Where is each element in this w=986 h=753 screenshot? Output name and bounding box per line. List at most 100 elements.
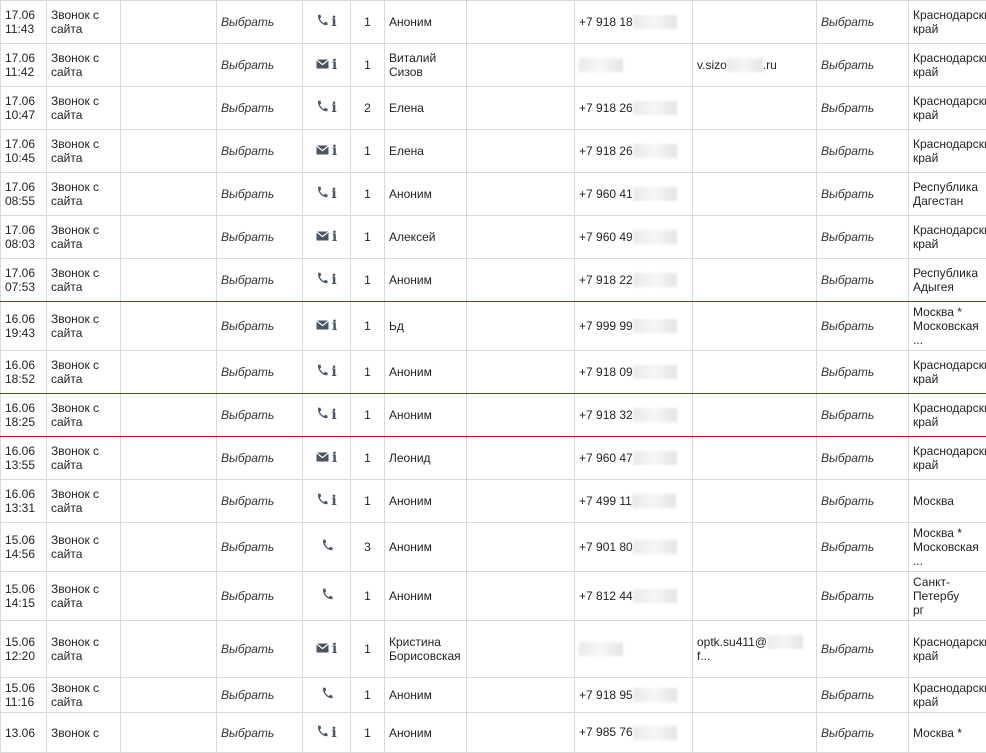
info-icon[interactable]: i: [332, 451, 337, 465]
select-cell[interactable]: Выбрать: [217, 259, 303, 302]
select-link[interactable]: Выбрать: [221, 540, 274, 554]
info-icon[interactable]: i: [332, 144, 337, 158]
select-cell[interactable]: Выбрать: [217, 87, 303, 130]
region-cell: Краснодарский край: [909, 1, 986, 44]
select-cell[interactable]: Выбрать: [217, 394, 303, 437]
info-icon[interactable]: i: [331, 726, 336, 740]
select-link[interactable]: Выбрать: [821, 540, 874, 554]
info-icon[interactable]: i: [332, 319, 337, 333]
select-cell[interactable]: Выбрать: [217, 713, 303, 753]
select-link[interactable]: Выбрать: [221, 589, 274, 603]
select-link[interactable]: Выбрать: [221, 365, 274, 379]
select-cell[interactable]: Выбрать: [817, 44, 909, 87]
select-link[interactable]: Выбрать: [821, 365, 874, 379]
select-link[interactable]: Выбрать: [821, 726, 874, 740]
select-cell[interactable]: Выбрать: [817, 173, 909, 216]
select-cell[interactable]: Выбрать: [817, 678, 909, 713]
select-cell[interactable]: Выбрать: [817, 259, 909, 302]
empty-cell: [121, 572, 217, 621]
select-cell[interactable]: Выбрать: [217, 351, 303, 394]
select-link[interactable]: Выбрать: [821, 642, 874, 656]
info-icon[interactable]: i: [332, 642, 337, 656]
region-cell: Краснодарский край: [909, 437, 986, 480]
select-link[interactable]: Выбрать: [821, 15, 874, 29]
name-cell: Аноним: [385, 351, 467, 394]
info-icon[interactable]: i: [331, 494, 336, 508]
select-cell[interactable]: Выбрать: [217, 437, 303, 480]
select-link[interactable]: Выбрать: [221, 726, 274, 740]
select-cell[interactable]: Выбрать: [217, 572, 303, 621]
select-link[interactable]: Выбрать: [221, 15, 274, 29]
select-link[interactable]: Выбрать: [221, 408, 274, 422]
select-cell[interactable]: Выбрать: [217, 678, 303, 713]
select-cell[interactable]: Выбрать: [217, 44, 303, 87]
select-cell[interactable]: Выбрать: [217, 621, 303, 678]
date-time-cell: 16.06 13:31: [1, 480, 47, 523]
info-icon[interactable]: i: [331, 408, 336, 422]
select-cell[interactable]: Выбрать: [217, 302, 303, 351]
select-link[interactable]: Выбрать: [821, 688, 874, 702]
info-icon[interactable]: i: [331, 187, 336, 201]
select-cell[interactable]: Выбрать: [817, 572, 909, 621]
select-link[interactable]: Выбрать: [821, 589, 874, 603]
contact-type-cell: i: [303, 302, 351, 351]
select-link[interactable]: Выбрать: [221, 688, 274, 702]
select-link[interactable]: Выбрать: [821, 408, 874, 422]
empty-cell: [121, 713, 217, 753]
select-cell[interactable]: Выбрать: [817, 437, 909, 480]
select-link[interactable]: Выбрать: [221, 144, 274, 158]
select-link[interactable]: Выбрать: [821, 101, 874, 115]
select-link[interactable]: Выбрать: [821, 273, 874, 287]
redacted-block: [633, 726, 677, 740]
redacted-block: [633, 187, 677, 201]
select-link[interactable]: Выбрать: [221, 642, 274, 656]
info-icon[interactable]: i: [331, 101, 336, 115]
select-cell[interactable]: Выбрать: [217, 173, 303, 216]
select-link[interactable]: Выбрать: [821, 319, 874, 333]
select-cell[interactable]: Выбрать: [217, 480, 303, 523]
select-link[interactable]: Выбрать: [221, 494, 274, 508]
select-cell[interactable]: Выбрать: [217, 1, 303, 44]
select-link[interactable]: Выбрать: [821, 230, 874, 244]
select-link[interactable]: Выбрать: [221, 101, 274, 115]
empty-cell: [467, 302, 575, 351]
select-cell[interactable]: Выбрать: [217, 130, 303, 173]
select-link[interactable]: Выбрать: [821, 451, 874, 465]
source-cell: Звонок с сайта: [47, 351, 121, 394]
info-icon[interactable]: i: [331, 273, 336, 287]
name-cell: Елена: [385, 87, 467, 130]
select-cell[interactable]: Выбрать: [817, 87, 909, 130]
info-icon[interactable]: i: [332, 58, 337, 72]
select-cell[interactable]: Выбрать: [817, 302, 909, 351]
count-cell: 3: [351, 523, 385, 572]
select-cell[interactable]: Выбрать: [817, 130, 909, 173]
select-cell[interactable]: Выбрать: [817, 1, 909, 44]
select-link[interactable]: Выбрать: [221, 58, 274, 72]
select-cell[interactable]: Выбрать: [217, 523, 303, 572]
select-cell[interactable]: Выбрать: [817, 216, 909, 259]
select-cell[interactable]: Выбрать: [817, 621, 909, 678]
info-icon[interactable]: i: [331, 15, 336, 29]
select-link[interactable]: Выбрать: [821, 494, 874, 508]
select-cell[interactable]: Выбрать: [217, 216, 303, 259]
leads-table-body: 17.06 11:43Звонок с сайтаВыбратьi1Аноним…: [1, 1, 986, 753]
select-link[interactable]: Выбрать: [221, 273, 274, 287]
source-cell: Звонок с сайта: [47, 437, 121, 480]
empty-cell: [467, 87, 575, 130]
select-link[interactable]: Выбрать: [821, 144, 874, 158]
info-icon[interactable]: i: [332, 230, 337, 244]
select-cell[interactable]: Выбрать: [817, 480, 909, 523]
select-cell[interactable]: Выбрать: [817, 713, 909, 753]
select-cell[interactable]: Выбрать: [817, 351, 909, 394]
info-icon[interactable]: i: [331, 365, 336, 379]
select-link[interactable]: Выбрать: [221, 187, 274, 201]
select-cell[interactable]: Выбрать: [817, 523, 909, 572]
select-cell[interactable]: Выбрать: [817, 394, 909, 437]
empty-cell: [467, 480, 575, 523]
empty-cell: [121, 173, 217, 216]
select-link[interactable]: Выбрать: [221, 230, 274, 244]
select-link[interactable]: Выбрать: [821, 58, 874, 72]
select-link[interactable]: Выбрать: [821, 187, 874, 201]
select-link[interactable]: Выбрать: [221, 319, 274, 333]
select-link[interactable]: Выбрать: [221, 451, 274, 465]
